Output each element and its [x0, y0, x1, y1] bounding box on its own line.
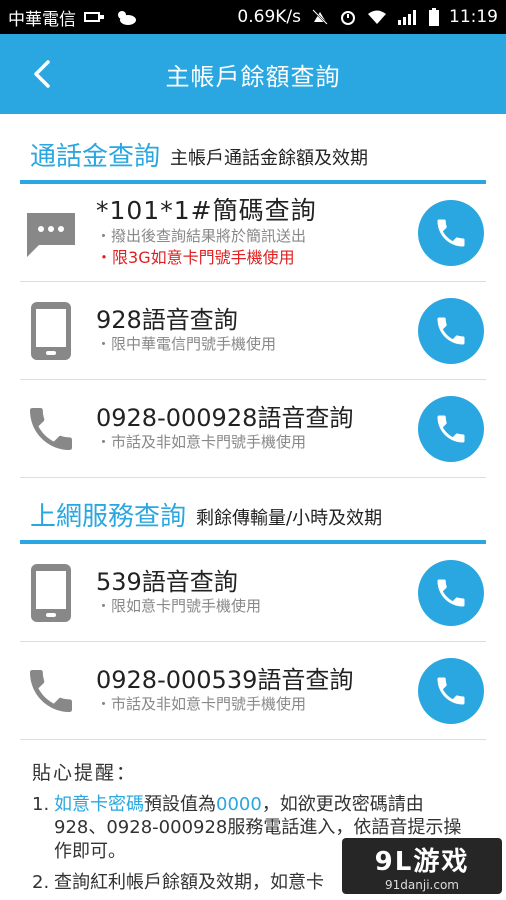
battery-icon: [429, 8, 439, 26]
wifi-icon: [368, 10, 386, 24]
mute-icon: [312, 9, 328, 25]
carrier-label: 中華電信: [8, 9, 76, 30]
section-title: 上網服務查詢: [30, 502, 187, 532]
list-item-0928-000928-voice[interactable]: 0928-000928語音查詢 ・市話及非如意卡門號手機使用: [20, 380, 486, 478]
phone-icon: [437, 317, 465, 345]
back-button[interactable]: [22, 54, 62, 94]
main-content: 通話金查詢 主帳戶通話金餘額及效期 *101*1#簡碼查詢 ・撥出後查詢結果將於…: [0, 114, 506, 895]
alarm-icon: [341, 11, 355, 25]
pin-link[interactable]: 如意卡密碼: [54, 794, 144, 815]
section-header-data-service: 上網服務查詢 剩餘傳輸量/小時及效期: [20, 478, 486, 544]
call-button[interactable]: [418, 396, 484, 462]
watermark-logo: 9L游戏 91danji.com: [342, 838, 502, 894]
section-subtitle: 剩餘傳輸量/小時及效期: [196, 508, 383, 530]
clock: 11:19: [449, 7, 498, 27]
phone-icon: [437, 219, 465, 247]
section-header-call-credit: 通話金查詢 主帳戶通話金餘額及效期: [20, 114, 486, 184]
list-item-928-voice[interactable]: 928語音查詢 ・限中華電信門號手機使用: [20, 282, 486, 380]
call-button[interactable]: [418, 200, 484, 266]
status-bar: 中華電信 0.69K/s 11:19: [0, 0, 506, 34]
section-subtitle: 主帳戶通話金餘額及效期: [170, 148, 369, 170]
message-icon: [20, 202, 82, 264]
call-button[interactable]: [418, 658, 484, 724]
mobile-phone-icon: [20, 562, 82, 624]
phone-icon: [437, 415, 465, 443]
landline-phone-icon: [20, 398, 82, 460]
chevron-left-icon: [34, 60, 50, 88]
list-item-sms-code[interactable]: *101*1#簡碼查詢 ・撥出後查詢結果將於簡訊送出 ・限3G如意卡門號手機使用: [20, 184, 486, 282]
page-title: 主帳戶餘額查詢: [165, 62, 341, 91]
signal-icon: [398, 10, 416, 25]
default-code: 0000: [216, 794, 262, 815]
mobile-phone-icon: [20, 300, 82, 362]
call-button[interactable]: [418, 560, 484, 626]
landline-phone-icon: [20, 660, 82, 722]
list-item-0928-000539-voice[interactable]: 0928-000539語音查詢 ・市話及非如意卡門號手機使用: [20, 642, 486, 740]
call-button[interactable]: [418, 298, 484, 364]
phone-icon: [437, 677, 465, 705]
usb-icon: [84, 12, 104, 22]
app-bar: 主帳戶餘額查詢: [0, 34, 506, 114]
list-item-539-voice[interactable]: 539語音查詢 ・限如意卡門號手機使用: [20, 544, 486, 642]
network-speed: 0.69K/s: [237, 7, 301, 27]
weather-icon: [118, 11, 136, 25]
section-title: 通話金查詢: [30, 142, 161, 172]
phone-icon: [437, 579, 465, 607]
tips-title: 貼心提醒：: [32, 762, 138, 784]
